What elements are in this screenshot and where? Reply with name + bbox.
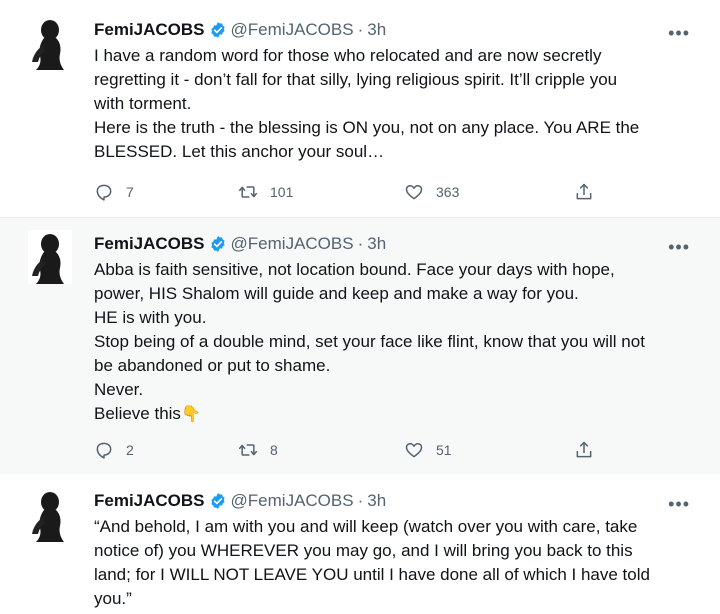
avatar[interactable] [28,230,72,284]
reply-button[interactable]: 7 [94,182,134,202]
like-count: 363 [436,184,460,200]
verified-badge-icon [209,235,227,253]
author-handle[interactable]: @FemiJACOBS [231,20,354,40]
tweet-2[interactable]: FemiJACOBS @FemiJACOBS · 3h ••• Abba is … [0,218,720,474]
tweet-line-text: Believe this [94,404,181,423]
share-icon [574,182,594,202]
tweet-line: power, HIS Shalom will guide and keep an… [94,284,579,303]
tweet-line: Here is the truth - the blessing is ON y… [94,118,640,137]
reply-button[interactable]: 2 [94,440,134,460]
tweet-3[interactable]: FemiJACOBS @FemiJACOBS · 3h ••• “And beh… [0,474,720,614]
more-options-icon[interactable]: ••• [668,495,690,513]
tweet-line: “And behold, I am with you and will keep… [94,517,638,536]
author-name[interactable]: FemiJACOBS [94,491,205,511]
heart-icon [404,440,424,460]
share-icon [574,440,594,460]
tweet-line: I have a random word for those who reloc… [94,46,602,65]
tweet-actions: 2 8 51 [94,440,614,462]
avatar[interactable] [28,16,72,70]
retweet-button[interactable]: 8 [238,440,278,460]
tweet-line: notice of) you WHEREVER you may go, and … [94,541,633,560]
verified-badge-icon [209,492,227,510]
tweet-actions: 7 101 363 [94,182,614,204]
retweet-icon [238,182,258,202]
retweet-count: 8 [270,442,278,458]
tweet-line: BLESSED. Let this anchor your soul… [94,142,385,161]
tweet-header: FemiJACOBS @FemiJACOBS · 3h [94,491,386,511]
separator-dot: · [357,234,364,253]
tweet-line-last: Believe this👇 [94,402,694,427]
reply-count: 2 [126,442,134,458]
tweet-header: FemiJACOBS @FemiJACOBS · 3h [94,234,386,254]
avatar[interactable] [28,488,72,542]
like-count: 51 [436,442,452,458]
retweet-count: 101 [270,184,294,200]
tweet-text: “And behold, I am with you and will keep… [94,515,694,611]
reply-icon [94,182,114,202]
pointing-down-emoji: 👇 [180,406,201,423]
like-button[interactable]: 363 [404,182,459,202]
tweet-1[interactable]: FemiJACOBS @FemiJACOBS · 3h ••• I have a… [0,0,720,218]
author-handle[interactable]: @FemiJACOBS [231,491,354,511]
more-options-icon[interactable]: ••• [668,238,690,256]
tweet-line: Stop being of a double mind, set your fa… [94,332,645,351]
timestamp[interactable]: 3h [367,491,386,511]
author-handle[interactable]: @FemiJACOBS [231,234,354,254]
reply-icon [94,440,114,460]
tweet-line: be abandoned or put to shame. [94,356,331,375]
verified-badge-icon [209,21,227,39]
tweet-text: I have a random word for those who reloc… [94,44,694,164]
share-button[interactable] [574,182,606,202]
tweet-line: regretting it - don’t fall for that sill… [94,70,618,89]
tweet-line: Abba is faith sensitive, not location bo… [94,260,615,279]
timestamp[interactable]: 3h [367,20,386,40]
tweet-text: Abba is faith sensitive, not location bo… [94,258,694,427]
author-name[interactable]: FemiJACOBS [94,20,205,40]
share-button[interactable] [574,440,606,460]
tweet-header: FemiJACOBS @FemiJACOBS · 3h [94,20,386,40]
tweet-line: HE is with you. [94,308,207,327]
tweet-line: land; for I WILL NOT LEAVE YOU until I h… [94,565,650,584]
retweet-button[interactable]: 101 [238,182,293,202]
timestamp[interactable]: 3h [367,234,386,254]
heart-icon [404,182,424,202]
separator-dot: · [357,491,364,510]
more-options-icon[interactable]: ••• [668,24,690,42]
tweet-line: with torment. [94,94,192,113]
author-name[interactable]: FemiJACOBS [94,234,205,254]
tweet-line: Never. [94,380,144,399]
like-button[interactable]: 51 [404,440,452,460]
reply-count: 7 [126,184,134,200]
tweet-line: you.” [94,589,132,608]
retweet-icon [238,440,258,460]
separator-dot: · [357,20,364,39]
